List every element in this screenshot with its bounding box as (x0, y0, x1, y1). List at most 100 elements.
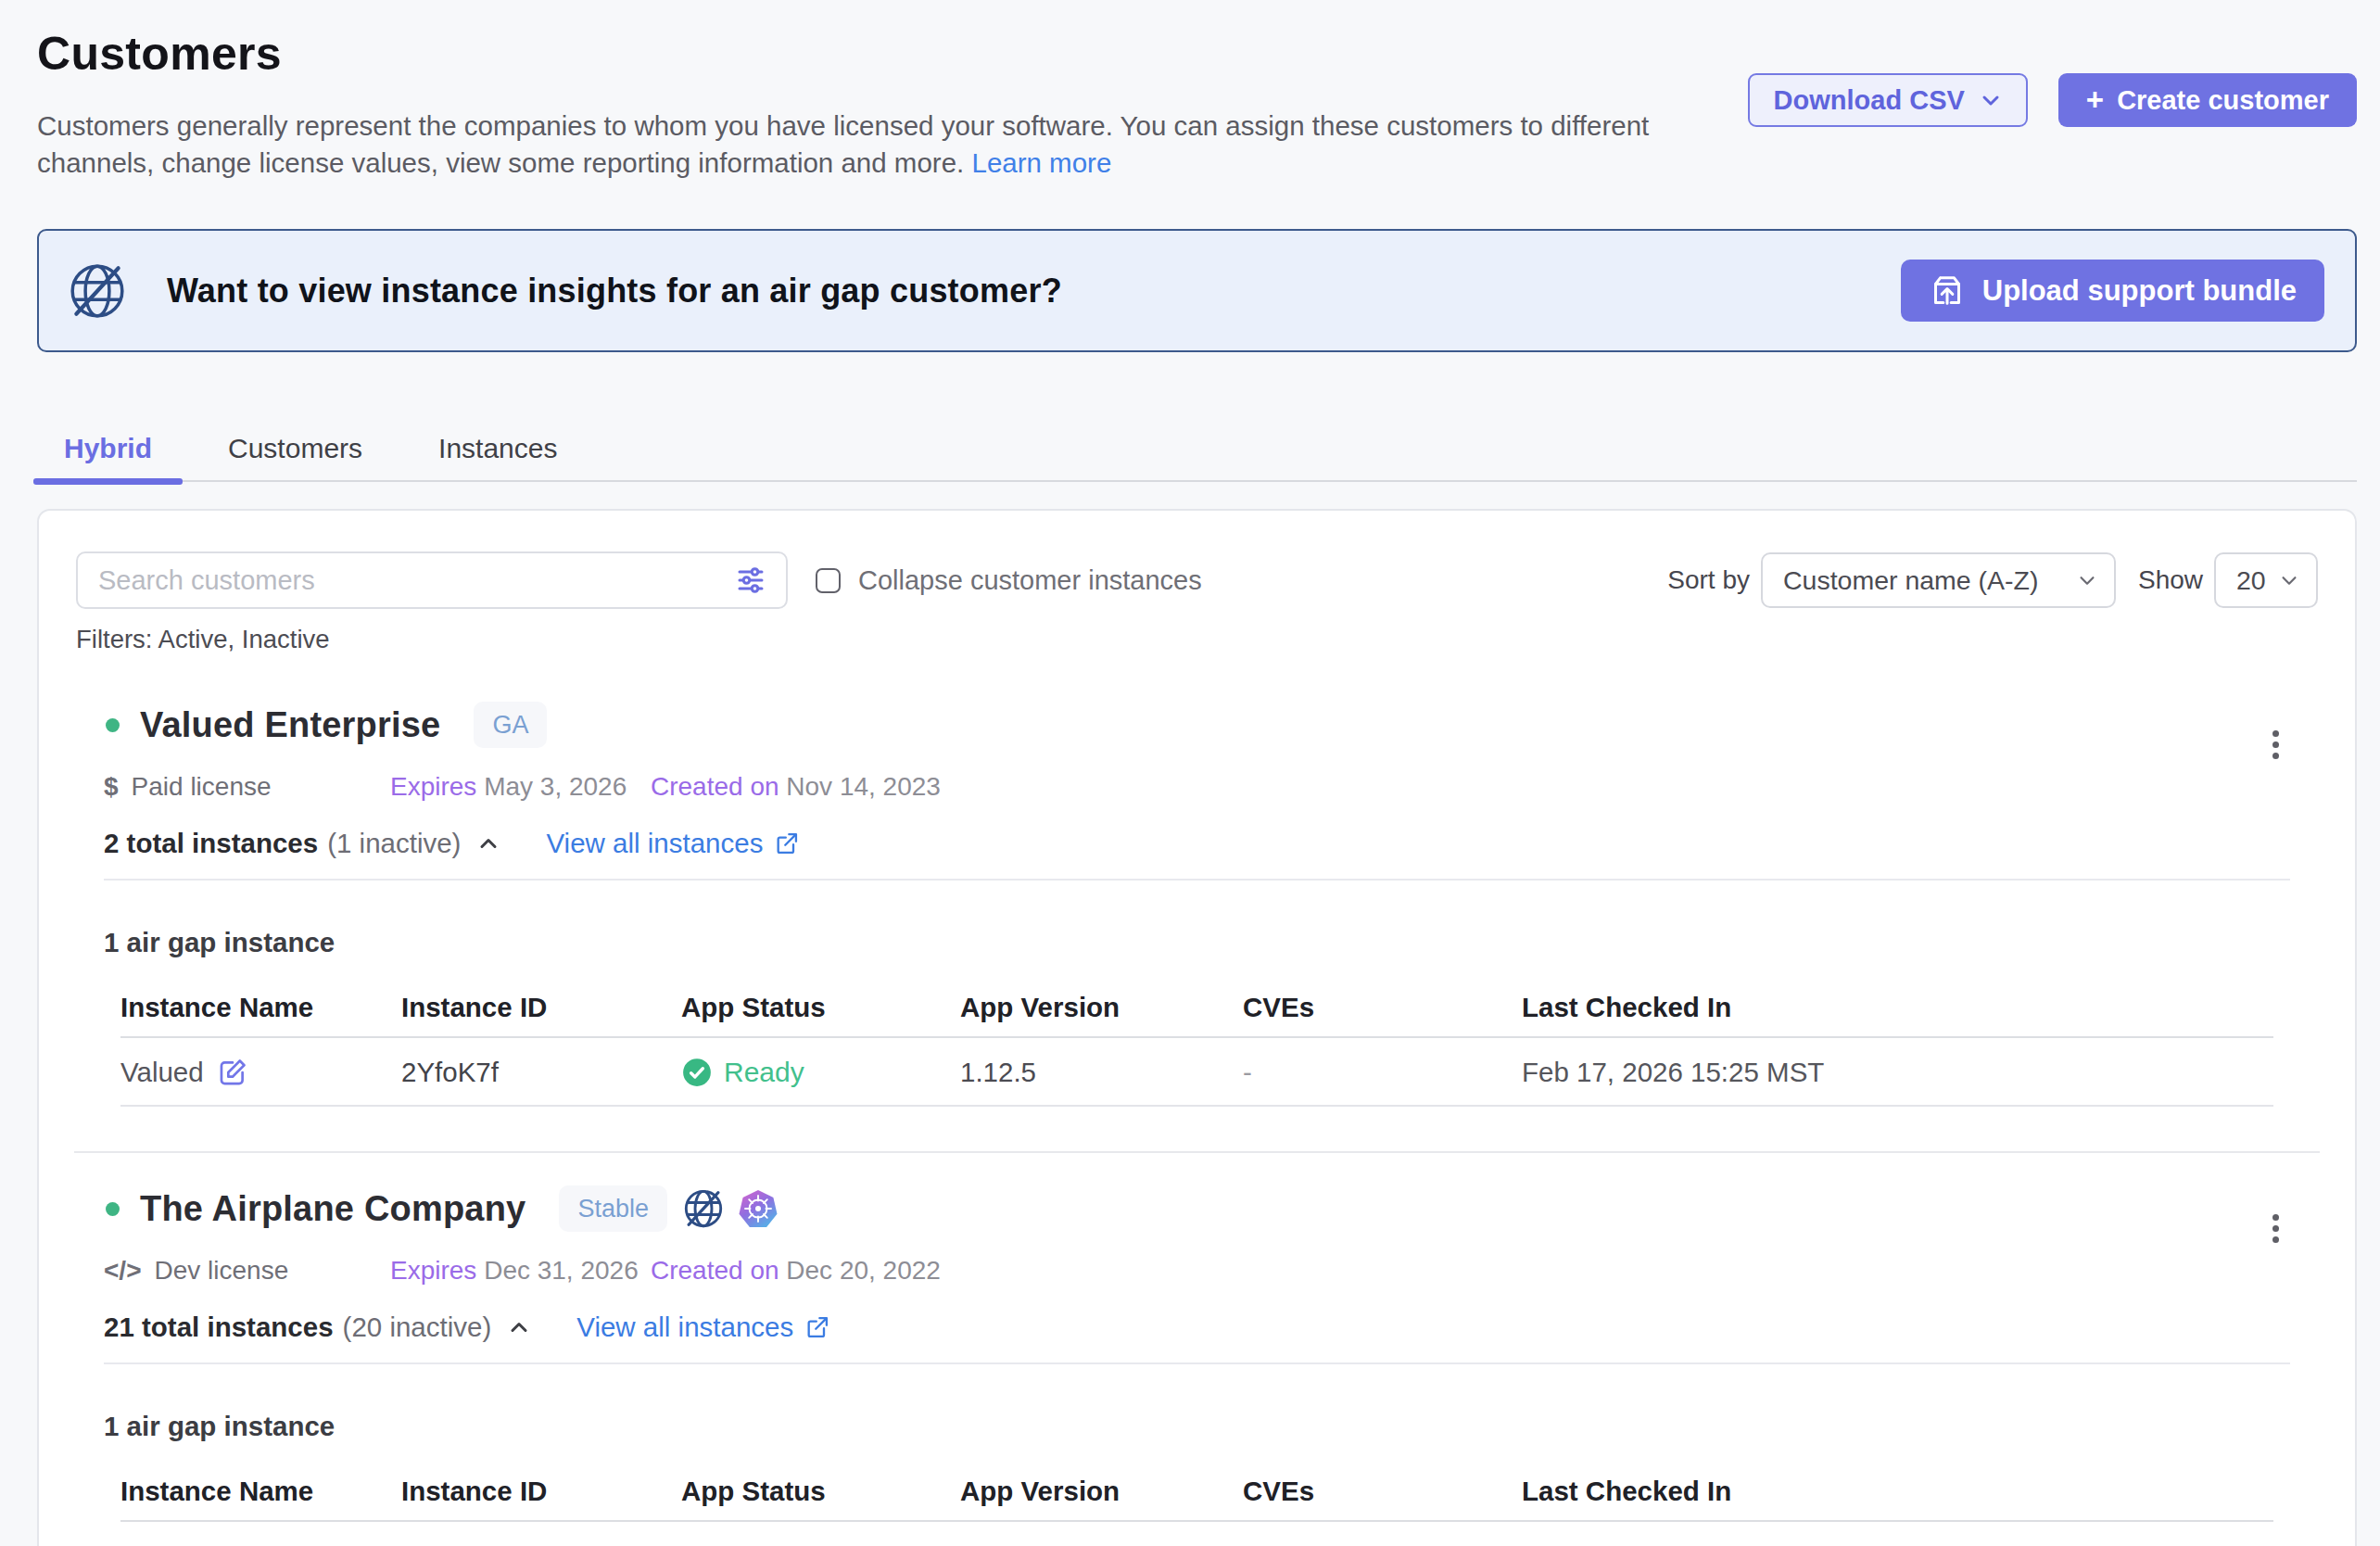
airgap-instance-label: 1 air gap instance (104, 1411, 2290, 1442)
col-last-checked-in: Last Checked In (1522, 992, 2273, 1023)
collapse-instances-checkbox[interactable] (816, 568, 841, 593)
created-info: Created on Dec 20, 2022 (651, 1257, 941, 1285)
learn-more-link[interactable]: Learn more (971, 147, 1111, 178)
channel-badge: GA (474, 702, 547, 748)
app-status: Ready (681, 1057, 960, 1088)
filter-sliders-icon[interactable] (734, 564, 767, 597)
tab-bar: Hybrid Customers Instances (33, 430, 2357, 482)
inactive-note: (20 inactive) (343, 1311, 492, 1344)
tab-customers[interactable]: Customers (197, 430, 393, 480)
total-instances-label: 2 total instances (104, 827, 318, 860)
header-actions: Download CSV + Create customer (1748, 73, 2357, 127)
create-customer-label: Create customer (2117, 85, 2329, 116)
col-app-version: App Version (960, 1476, 1243, 1507)
license-row: $ Paid license Expires May 3, 2026 Creat… (104, 773, 2290, 801)
customer-name[interactable]: The Airplane Company (140, 1189, 525, 1229)
license-row: </> Dev license Expires Dec 31, 2026 Cre… (104, 1257, 2290, 1285)
license-type: $ Paid license (104, 773, 390, 801)
customer-section-airplane-company: The Airplane Company Stable (104, 1183, 2290, 1522)
upload-support-bundle-button[interactable]: Upload support bundle (1901, 260, 2324, 322)
collapse-instances-control: Collapse customer instances (816, 565, 1202, 596)
col-app-status: App Status (681, 1476, 960, 1507)
license-label: Paid license (132, 773, 272, 801)
banner-title: Want to view instance insights for an ai… (167, 272, 1062, 310)
airgap-globe-icon (682, 1187, 725, 1230)
filters-note: Filters: Active, Inactive (76, 625, 2318, 654)
app-version: 1.12.5 (960, 1057, 1243, 1088)
view-all-instances-link[interactable]: View all instances (546, 827, 800, 860)
paid-license-icon: $ (104, 773, 119, 801)
section-divider (74, 1151, 2320, 1153)
collapse-chevron-up-icon[interactable] (506, 1314, 532, 1340)
cves-value: - (1243, 1057, 1522, 1088)
instance-id: 2YfoK7f (401, 1057, 681, 1088)
license-type: </> Dev license (104, 1257, 390, 1285)
kebab-menu-icon[interactable] (2272, 730, 2279, 759)
view-all-label: View all instances (576, 1311, 793, 1344)
upload-icon (1929, 272, 1966, 310)
col-instance-name: Instance Name (120, 992, 401, 1023)
created-on-label: Created on (651, 772, 779, 801)
search-box (76, 551, 788, 609)
sort-by-select[interactable]: Customer name (A-Z) (1761, 552, 2116, 608)
search-input[interactable] (98, 565, 734, 596)
expires-info: Expires May 3, 2026 (390, 773, 651, 801)
expires-label: Expires (390, 772, 476, 801)
created-on-label: Created on (651, 1256, 779, 1285)
instance-table-header: Instance Name Instance ID App Status App… (120, 1476, 2273, 1522)
list-controls: Collapse customer instances Sort by Cust… (76, 551, 2318, 609)
collapse-instances-label: Collapse customer instances (858, 565, 1202, 596)
channel-badge: Stable (559, 1185, 667, 1232)
external-link-icon (804, 1314, 830, 1340)
customer-header: The Airplane Company Stable (104, 1183, 2290, 1235)
airgap-globe-icon (67, 260, 128, 322)
col-last-checked-in: Last Checked In (1522, 1476, 2273, 1507)
description-line2: channels, change license values, view so… (37, 147, 964, 178)
col-app-version: App Version (960, 992, 1243, 1023)
customer-section-valued-enterprise: Valued Enterprise GA $ Paid license Expi… (104, 699, 2290, 1153)
col-instance-id: Instance ID (401, 992, 681, 1023)
download-csv-label: Download CSV (1774, 85, 1965, 116)
sort-controls: Sort by Customer name (A-Z) Show 20 (1667, 552, 2318, 608)
instance-row: Valued 2YfoK7f Ready 1.12.5 - Feb 17, 20… (120, 1038, 2273, 1107)
external-link-icon (774, 830, 800, 856)
show-select[interactable]: 20 (2214, 552, 2318, 608)
view-all-instances-link[interactable]: View all instances (576, 1311, 830, 1344)
sort-by-label: Sort by (1667, 565, 1750, 595)
total-instances-row: 21 total instances (20 inactive) View al… (104, 1311, 2290, 1344)
tab-hybrid[interactable]: Hybrid (33, 430, 183, 480)
customer-name[interactable]: Valued Enterprise (140, 705, 440, 745)
create-customer-button[interactable]: + Create customer (2058, 73, 2357, 127)
expires-info: Expires Dec 31, 2026 (390, 1257, 651, 1285)
last-checked-in: Feb 17, 2026 15:25 MST (1522, 1057, 2273, 1088)
kubernetes-icon (739, 1189, 778, 1228)
instance-table: Instance Name Instance ID App Status App… (120, 1476, 2273, 1522)
tab-instances[interactable]: Instances (408, 430, 588, 480)
upload-button-label: Upload support bundle (1982, 274, 2297, 308)
download-csv-button[interactable]: Download CSV (1748, 73, 2028, 127)
created-info: Created on Nov 14, 2023 (651, 773, 941, 801)
instance-table: Instance Name Instance ID App Status App… (120, 992, 2273, 1107)
kebab-menu-icon[interactable] (2272, 1214, 2279, 1243)
expires-date: May 3, 2026 (484, 772, 627, 801)
created-date: Dec 20, 2022 (786, 1256, 941, 1285)
chevron-down-icon (2077, 570, 2097, 590)
edit-icon[interactable] (217, 1057, 248, 1088)
instance-table-header: Instance Name Instance ID App Status App… (120, 992, 2273, 1038)
plus-icon: + (2086, 82, 2104, 118)
customer-type-icons (682, 1187, 778, 1230)
active-status-dot (106, 1202, 120, 1216)
inactive-note: (1 inactive) (327, 827, 461, 860)
airgap-banner: Want to view instance insights for an ai… (37, 229, 2357, 352)
active-status-dot (106, 718, 120, 732)
show-value: 20 (2236, 565, 2266, 596)
view-all-label: View all instances (546, 827, 763, 860)
chevron-down-icon (1980, 89, 2002, 111)
customer-header: Valued Enterprise GA (104, 699, 2290, 751)
collapse-chevron-up-icon[interactable] (475, 830, 501, 856)
chevron-down-icon (2279, 570, 2299, 590)
created-date: Nov 14, 2023 (786, 772, 941, 801)
total-instances-row: 2 total instances (1 inactive) View all … (104, 827, 2290, 860)
app-status-text: Ready (724, 1057, 804, 1088)
divider (104, 879, 2290, 881)
